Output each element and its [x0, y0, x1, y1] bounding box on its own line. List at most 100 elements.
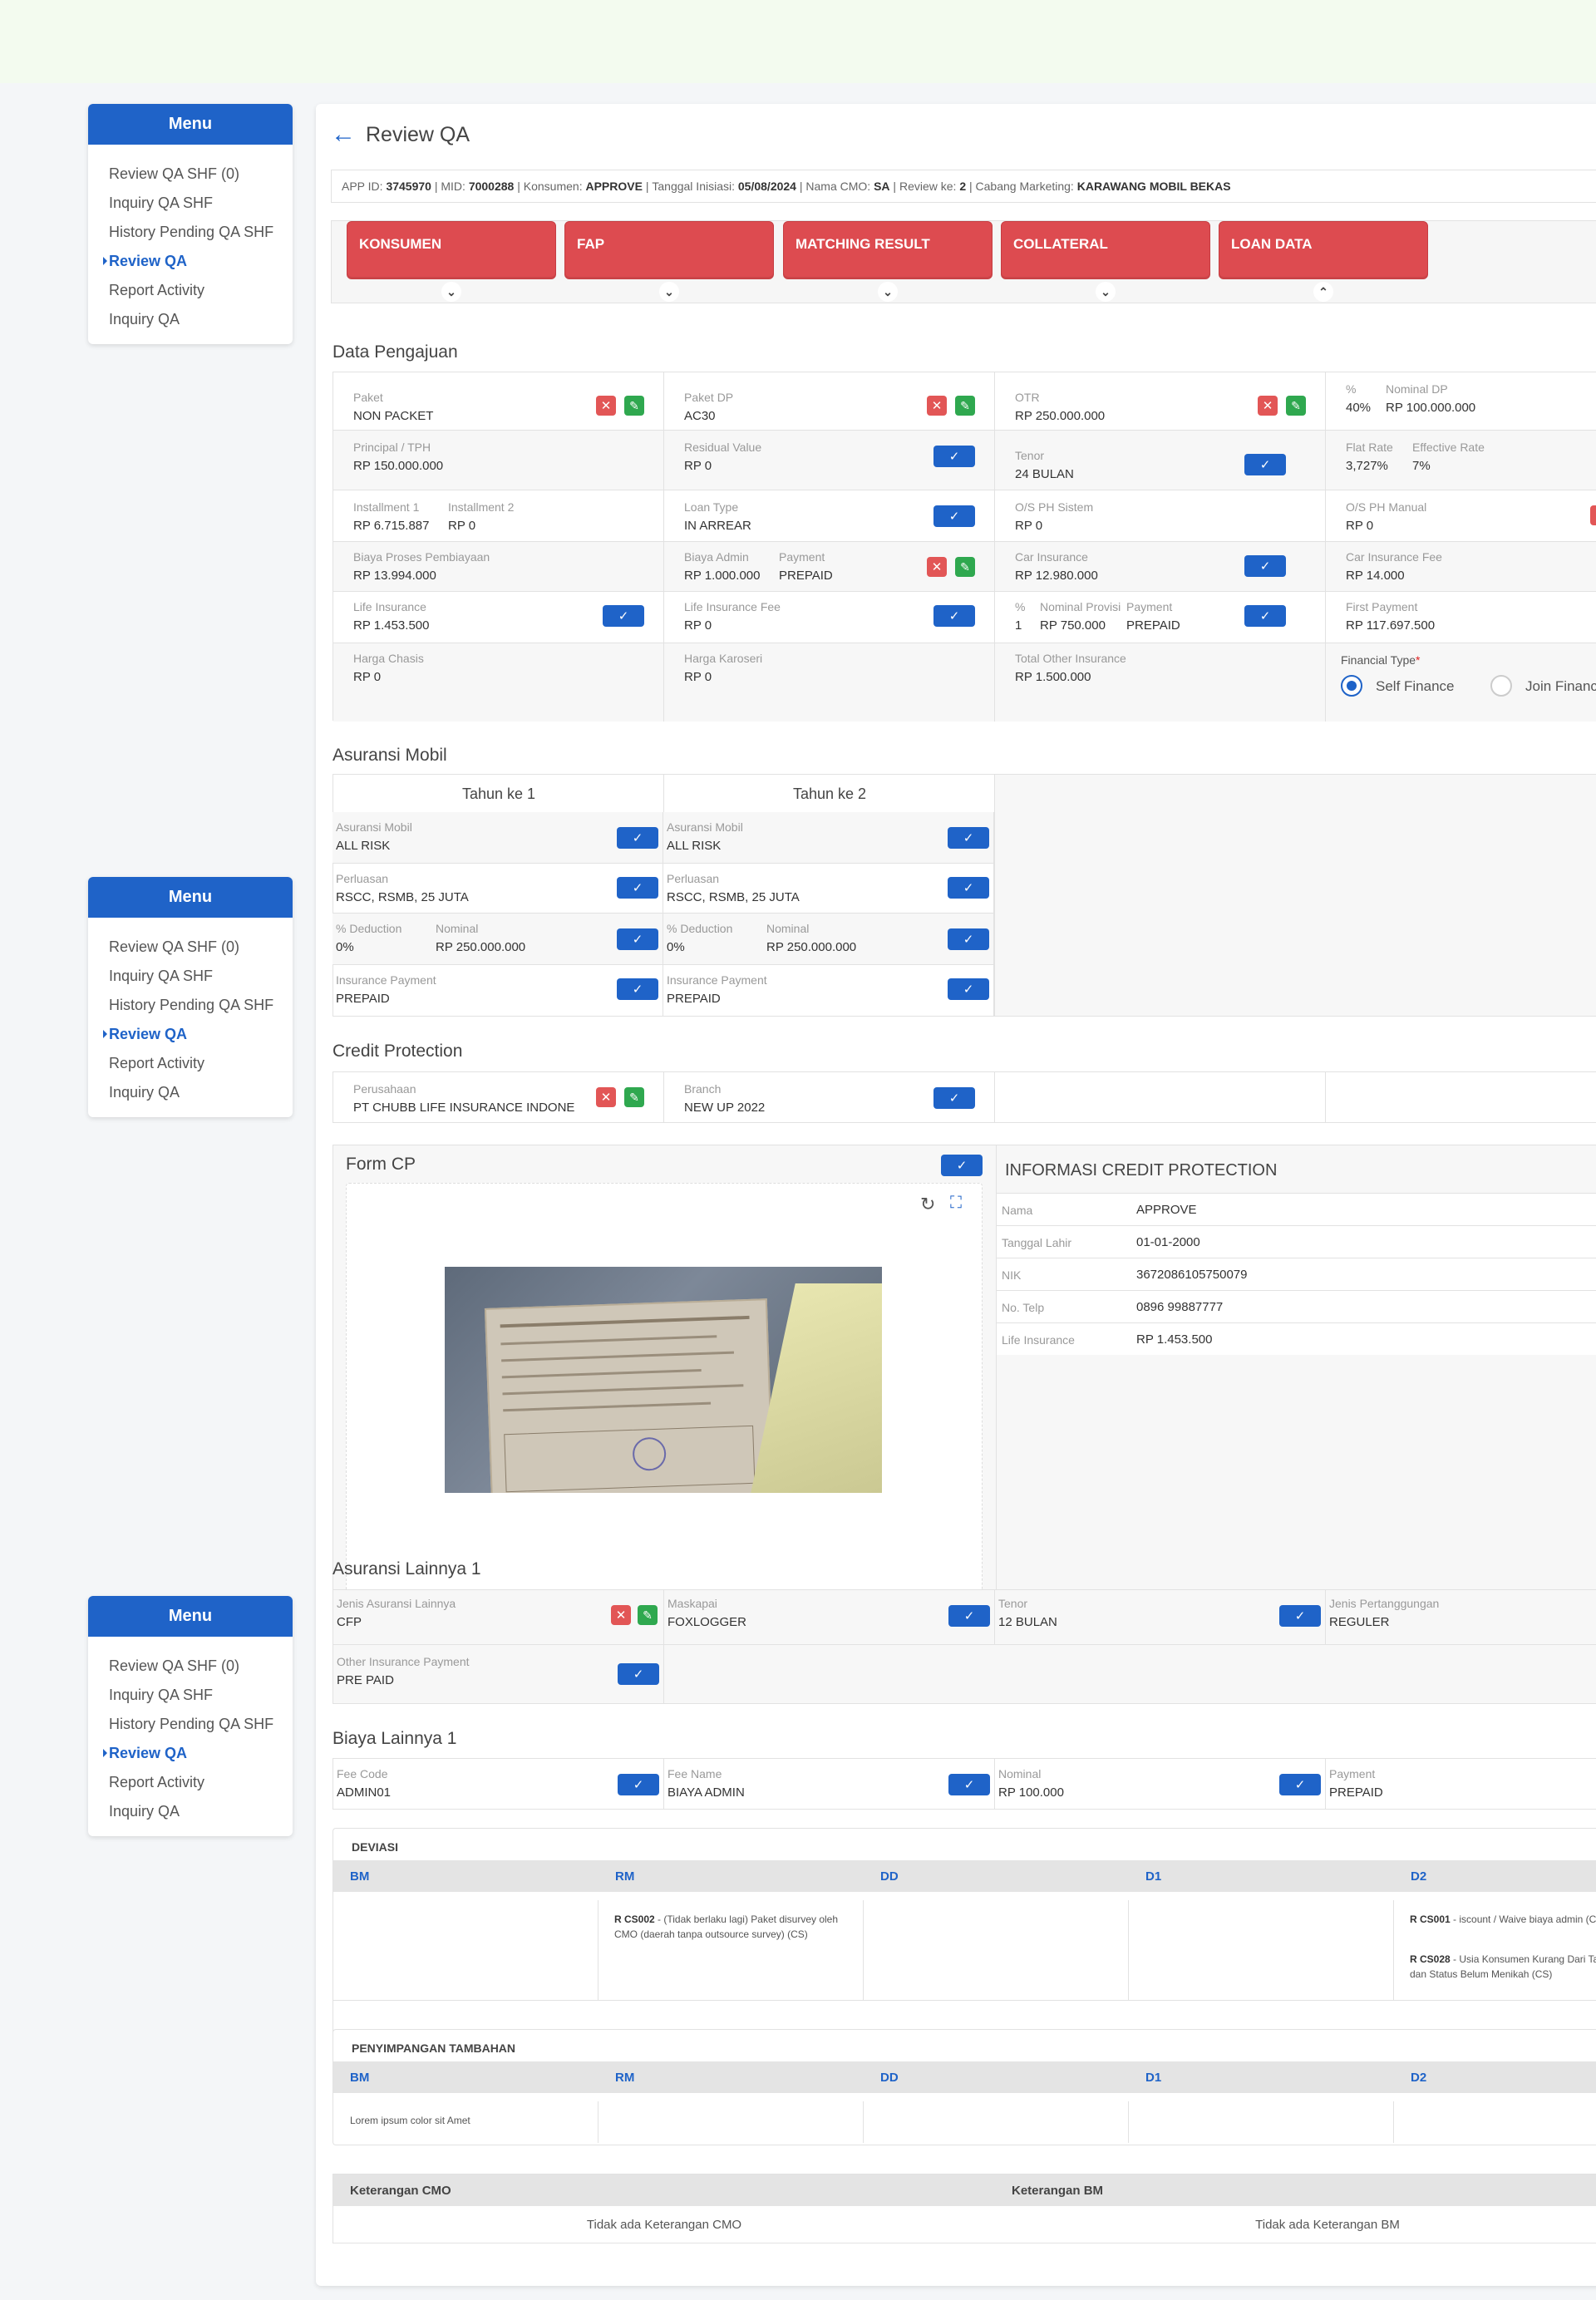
- reject-icon[interactable]: ✕: [927, 557, 947, 577]
- field-value: RP 250.000.000: [1015, 409, 1106, 423]
- reject-icon[interactable]: ✕: [927, 396, 947, 416]
- edit-icon[interactable]: ✎: [624, 396, 644, 416]
- check-icon[interactable]: ✓: [948, 827, 989, 849]
- fullscreen-icon[interactable]: ⛶: [950, 1194, 962, 1213]
- menu-item-history-pending[interactable]: History Pending QA SHF: [109, 1710, 293, 1739]
- field-dp: % 40% Nominal DP RP 100.000.000: [1326, 372, 1596, 431]
- back-arrow-icon[interactable]: ←: [331, 122, 356, 147]
- check-icon[interactable]: ✓: [948, 928, 989, 950]
- menu-item-inquiry-qa[interactable]: Inquiry QA: [109, 305, 293, 334]
- menu-item-review-qa-shf[interactable]: Review QA SHF (0): [109, 933, 293, 962]
- check-icon[interactable]: ✓: [617, 827, 658, 849]
- chevron-down-icon[interactable]: ⌄: [659, 282, 679, 302]
- check-icon[interactable]: ✓: [1279, 1605, 1321, 1627]
- tab-matching-result[interactable]: MATCHING RESULT: [783, 221, 993, 279]
- check-icon[interactable]: ✓: [1244, 454, 1286, 475]
- edit-icon[interactable]: ✎: [624, 1087, 644, 1107]
- separator: |: [517, 180, 520, 193]
- check-icon[interactable]: ✓: [617, 877, 658, 899]
- menu-item-review-qa[interactable]: Review QA: [103, 1739, 293, 1768]
- reject-icon[interactable]: ✕: [1258, 396, 1278, 416]
- field-label: %: [1015, 600, 1026, 613]
- column-header: DD: [880, 1869, 899, 1884]
- field-label: Life Insurance: [353, 600, 426, 613]
- year-header: Tahun ke 1: [333, 775, 664, 813]
- menu-item-review-qa-shf[interactable]: Review QA SHF (0): [109, 1652, 293, 1681]
- tab-fap[interactable]: FAP: [564, 221, 774, 279]
- field-deduction: % Deduction 0% Nominal RP 250.000.000 ✓: [332, 914, 663, 965]
- check-icon[interactable]: ✓: [617, 978, 658, 1000]
- menu-item-inquiry-qa[interactable]: Inquiry QA: [109, 1797, 293, 1826]
- check-icon[interactable]: ✓: [948, 1605, 990, 1627]
- check-icon[interactable]: ✓: [933, 1087, 975, 1109]
- section-title-data-pengajuan: Data Pengajuan: [332, 342, 458, 362]
- radio-self-finance[interactable]: [1341, 675, 1362, 697]
- reject-icon[interactable]: ✕: [596, 396, 616, 416]
- field-value: ADMIN01: [337, 1785, 392, 1800]
- check-icon[interactable]: ✓: [948, 877, 989, 899]
- chevron-up-icon[interactable]: ⌃: [1313, 282, 1333, 302]
- check-icon[interactable]: ✓: [1279, 1774, 1321, 1795]
- tab-loan-data[interactable]: LOAN DATA: [1219, 221, 1428, 279]
- deviasi-code: R CS001: [1410, 1913, 1451, 1925]
- menu-item-history-pending[interactable]: History Pending QA SHF: [109, 218, 293, 247]
- check-icon[interactable]: ✓: [933, 446, 975, 467]
- field-jenis-pertanggungan: Jenis Pertanggungan REGULER: [1326, 1590, 1596, 1645]
- check-icon[interactable]: ✓: [933, 505, 975, 527]
- field-value: RP 1.500.000: [1015, 670, 1091, 684]
- field-life-insurance: Life Insurance RP 1.453.500 ✓: [333, 592, 664, 643]
- form-cp-title: Form CP: [346, 1155, 416, 1174]
- chevron-down-icon[interactable]: ⌄: [878, 282, 898, 302]
- menu-item-report-activity[interactable]: Report Activity: [109, 1049, 293, 1078]
- menu-item-inquiry-qa[interactable]: Inquiry QA: [109, 1078, 293, 1107]
- menu-item-inquiry-qa-shf[interactable]: Inquiry QA SHF: [109, 1681, 293, 1710]
- chevron-down-icon[interactable]: ⌄: [1096, 282, 1116, 302]
- field-value: PRE PAID: [337, 1673, 394, 1687]
- edit-icon[interactable]: ✎: [638, 1605, 658, 1625]
- keterangan-header: Keterangan CMO Keterangan BM: [333, 2174, 1596, 2206]
- edit-icon[interactable]: ✎: [955, 557, 975, 577]
- check-icon[interactable]: ✓: [618, 1663, 659, 1685]
- edit-icon[interactable]: ✎: [1286, 396, 1306, 416]
- check-icon[interactable]: ✓: [617, 928, 658, 950]
- check-icon[interactable]: ✓: [618, 1774, 659, 1795]
- field-label: Life Insurance: [1002, 1333, 1075, 1347]
- field-value: RP 1.453.500: [353, 618, 430, 633]
- radio-join-finance[interactable]: [1490, 675, 1512, 697]
- menu-item-inquiry-qa-shf[interactable]: Inquiry QA SHF: [109, 189, 293, 218]
- field-value: FOXLOGGER: [667, 1615, 747, 1629]
- tab-collateral[interactable]: COLLATERAL: [1001, 221, 1210, 279]
- field-value: PREPAID: [779, 569, 833, 583]
- field-insurance-payment: Insurance Payment PREPAID ✓: [332, 965, 663, 1017]
- menu-item-history-pending[interactable]: History Pending QA SHF: [109, 991, 293, 1020]
- rotate-icon[interactable]: ↻: [920, 1194, 935, 1215]
- field-label: Tenor: [1015, 449, 1045, 462]
- field-value: RP 100.000.000: [1386, 401, 1476, 415]
- check-icon[interactable]: ✓: [948, 978, 989, 1000]
- check-icon[interactable]: ✓: [1244, 555, 1286, 577]
- menu-item-report-activity[interactable]: Report Activity: [109, 1768, 293, 1797]
- tab-konsumen[interactable]: KONSUMEN: [347, 221, 556, 279]
- check-icon[interactable]: ✓: [1244, 605, 1286, 627]
- check-icon[interactable]: ✓: [603, 605, 644, 627]
- penyimpangan-header: BM RM DD D1 D2: [333, 2061, 1596, 2093]
- reject-icon[interactable]: ✕: [1590, 505, 1596, 525]
- menu-item-review-qa[interactable]: Review QA: [103, 247, 293, 276]
- check-icon[interactable]: ✓: [948, 1774, 990, 1795]
- field-label: Loan Type: [684, 500, 739, 514]
- field-value: RP 250.000.000: [436, 940, 526, 954]
- chevron-down-icon[interactable]: ⌄: [441, 282, 461, 302]
- check-icon[interactable]: ✓: [941, 1155, 983, 1176]
- menu-item-review-qa[interactable]: Review QA: [103, 1020, 293, 1049]
- field-value: 0%: [336, 940, 354, 954]
- field-biaya-admin: Biaya Admin RP 1.000.000 Payment PREPAID…: [664, 542, 995, 592]
- menu-item-report-activity[interactable]: Report Activity: [109, 276, 293, 305]
- field-payment: Payment PREPAID: [1326, 1759, 1596, 1809]
- check-icon[interactable]: ✓: [933, 605, 975, 627]
- reject-icon[interactable]: ✕: [596, 1087, 616, 1107]
- field-label: Effective Rate: [1412, 441, 1485, 454]
- edit-icon[interactable]: ✎: [955, 396, 975, 416]
- menu-item-review-qa-shf[interactable]: Review QA SHF (0): [109, 160, 293, 189]
- reject-icon[interactable]: ✕: [611, 1605, 631, 1625]
- menu-item-inquiry-qa-shf[interactable]: Inquiry QA SHF: [109, 962, 293, 991]
